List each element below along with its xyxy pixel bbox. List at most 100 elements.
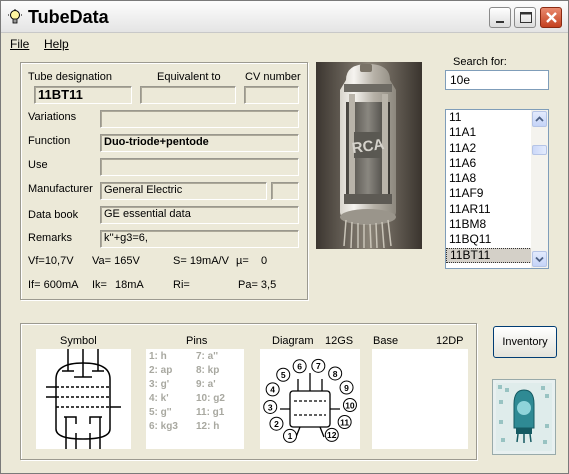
pin-number: 12: [327, 430, 337, 440]
function-field[interactable]: Duo-triode+pentode: [100, 134, 299, 152]
menu-bar: File Help: [1, 34, 568, 54]
manufacturer-label: Manufacturer: [28, 183, 93, 195]
pin-entry: 7: a'': [196, 351, 218, 362]
menu-file-label: File: [10, 37, 30, 51]
menu-help-label: Help: [44, 37, 69, 51]
list-item[interactable]: 11A6: [446, 156, 532, 171]
pin-entry: 1: h: [149, 351, 167, 362]
tube-designation-field[interactable]: 11BT11: [34, 86, 132, 104]
scroll-up-button[interactable]: [532, 111, 547, 127]
minimize-icon: [496, 21, 504, 23]
list-scrollbar[interactable]: [531, 110, 548, 268]
pin-entry: 5: g'': [149, 407, 172, 418]
tube-photo: RCA: [316, 62, 422, 249]
tube-list-items: 11 11A1 11A2 11A6 11A8 11AF9 11AR11 11BM…: [446, 110, 532, 263]
tube-designation-label: Tube designation: [28, 71, 112, 83]
title-bar[interactable]: TubeData: [1, 1, 568, 33]
function-label: Function: [28, 135, 71, 147]
pin-diagram-panel: 1 2 3 4 5 6 7 8 9 10 11 12: [260, 349, 360, 449]
pin-entry: 6: kg3: [149, 421, 178, 432]
pin-entry: 3: g': [149, 379, 170, 390]
databook-field[interactable]: GE essential data: [100, 206, 299, 224]
inventory-button[interactable]: Inventory: [493, 326, 557, 358]
list-item[interactable]: 11AF9: [446, 186, 532, 201]
list-item[interactable]: 11A8: [446, 171, 532, 186]
variations-label: Variations: [28, 111, 77, 123]
remarks-label: Remarks: [28, 232, 73, 244]
pin-number: 5: [281, 370, 286, 380]
list-item[interactable]: 11BQ11: [446, 232, 532, 247]
tube-listbox[interactable]: 11 11A1 11A2 11A6 11A8 11AF9 11AR11 11BM…: [445, 109, 549, 269]
base-panel: [372, 349, 468, 449]
manufacturer-field[interactable]: General Electric: [100, 182, 267, 200]
diagram-code: 12GS: [325, 335, 354, 347]
list-item[interactable]: 11: [446, 110, 532, 125]
list-item[interactable]: 11A2: [446, 141, 532, 156]
list-item-selected[interactable]: 11BT11: [446, 247, 532, 263]
manufacturer-code-field[interactable]: [271, 182, 299, 200]
pin-entry: 8: kp: [196, 365, 220, 376]
param-vf: Vf=10,7V: [28, 255, 74, 267]
param-s: S= 19mA/V: [173, 255, 229, 267]
pin-number: 2: [274, 419, 279, 429]
close-button[interactable]: [540, 7, 562, 28]
pin-entry: 11: g1: [196, 407, 225, 418]
pin-number: 8: [333, 369, 338, 379]
pin-number: 3: [268, 402, 273, 412]
tubedata-logo: [492, 379, 556, 455]
close-icon: [546, 12, 557, 23]
menu-file[interactable]: File: [10, 37, 29, 51]
equivalent-field[interactable]: [140, 86, 236, 104]
search-label: Search for:: [453, 56, 507, 68]
base-label: Base: [373, 335, 399, 347]
use-label: Use: [28, 159, 48, 171]
pin-number: 10: [345, 400, 355, 410]
use-field[interactable]: [100, 158, 299, 176]
databook-label: Data book: [28, 209, 79, 221]
pin-entry: 10: g2: [196, 393, 225, 404]
list-item[interactable]: 11BM8: [446, 217, 532, 232]
lightbulb-icon: [8, 9, 22, 24]
remarks-field[interactable]: k''+g3=6,: [100, 230, 299, 248]
base-code: 12DP: [436, 335, 464, 347]
scroll-thumb[interactable]: [532, 145, 547, 155]
pin-entry: 2: ap: [149, 365, 173, 376]
cv-number-field[interactable]: [244, 86, 299, 104]
param-ik-value: 18mA: [115, 279, 144, 291]
param-va: Va= 165V: [92, 255, 140, 267]
pin-entry: 12: h: [196, 421, 220, 432]
cv-number-label: CV number: [245, 71, 301, 83]
pin-number: 7: [316, 361, 321, 371]
scroll-down-button[interactable]: [532, 251, 547, 267]
tube-symbol-drawing: [46, 349, 121, 449]
symbol-label: Symbol: [60, 335, 97, 347]
list-item[interactable]: 11AR11: [446, 202, 532, 217]
minimize-button[interactable]: [489, 7, 511, 28]
param-mu-label: µ=: [236, 255, 249, 267]
param-mu-value: 0: [261, 255, 268, 267]
equivalent-label: Equivalent to: [157, 71, 221, 83]
param-if: If= 600mA: [28, 279, 79, 291]
pins-label: Pins: [186, 335, 208, 347]
pin-entry: 4: k': [149, 393, 169, 404]
app-window: TubeData File Help Tube designation Equi…: [0, 0, 569, 474]
symbol-panel: [36, 349, 131, 449]
diagram-label: Diagram: [272, 335, 314, 347]
param-ik-label: Ik=: [92, 279, 107, 291]
pin-number: 9: [344, 383, 349, 393]
maximize-icon: [520, 12, 532, 23]
pin-number: 6: [297, 362, 302, 372]
pins-panel: 1: h 2: ap 3: g' 4: k' 5: g'' 6: kg3 7: …: [146, 349, 244, 449]
pin-number: 1: [288, 431, 293, 441]
pin-diagram-drawing: 123456 789101112: [263, 358, 357, 443]
variations-field[interactable]: [100, 110, 299, 128]
chevron-down-icon: [535, 256, 544, 263]
pin-number: 4: [270, 385, 275, 395]
window-title: TubeData: [28, 7, 109, 27]
pin-number: 11: [340, 417, 349, 427]
menu-help[interactable]: Help: [44, 37, 69, 51]
chevron-up-icon: [535, 116, 544, 122]
maximize-button[interactable]: [514, 7, 536, 28]
list-item[interactable]: 11A1: [446, 125, 532, 140]
search-input[interactable]: 10e: [445, 70, 549, 90]
